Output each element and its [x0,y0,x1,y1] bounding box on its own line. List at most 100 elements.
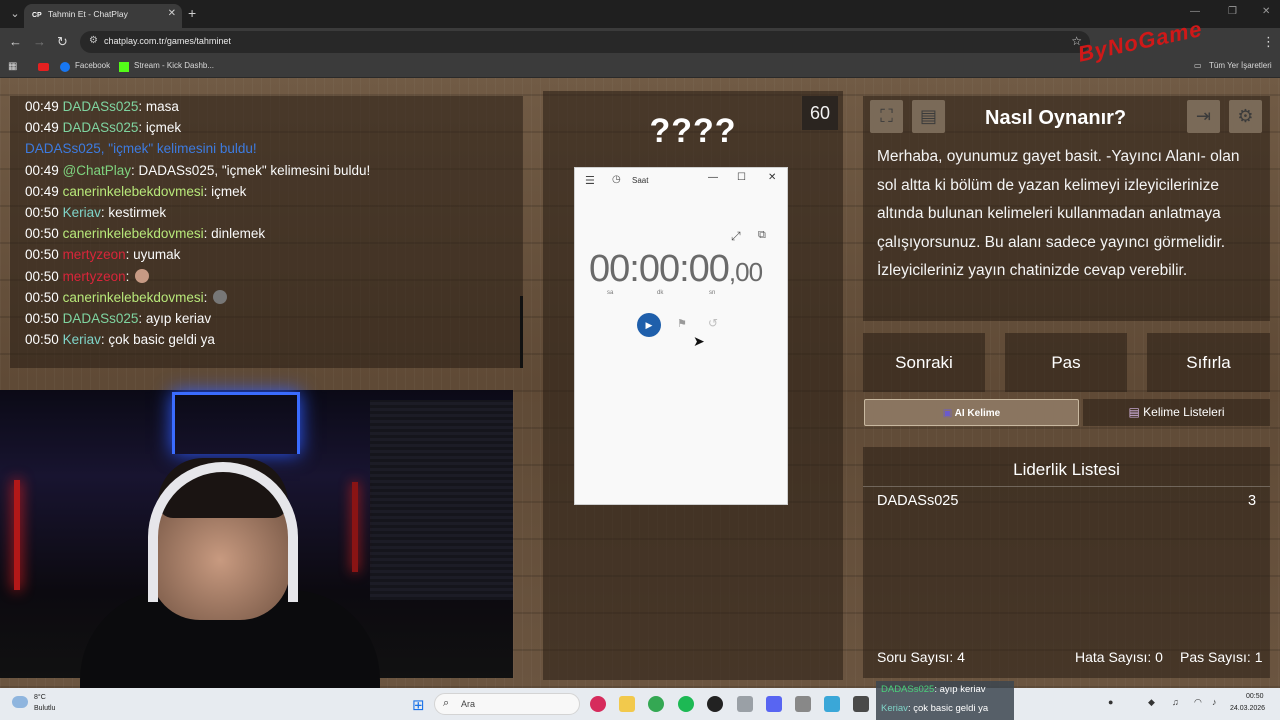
fullscreen-icon[interactable]: ⛶ [870,100,903,133]
expand-icon[interactable]: ⤢ [731,229,741,244]
url-text: chatplay.com.tr/games/tahminet [104,36,231,46]
chat-username[interactable]: canerinkelebekdovmesi [63,290,204,305]
unit-minutes: dk [657,290,664,296]
chat-username[interactable]: @ChatPlay [63,163,131,178]
app-icon[interactable] [824,696,840,712]
windows-start-icon[interactable]: ⊞ [412,696,425,714]
chrome-icon[interactable] [648,696,664,712]
chat-time: 00:49 [25,99,59,114]
clock-maximize-icon[interactable]: ☐ [737,172,746,183]
media-player-icon[interactable] [590,696,606,712]
wifi-icon[interactable]: ◠ [1194,697,1202,708]
clock-close-icon[interactable]: ✕ [768,172,776,183]
leaderboard-row-score: 3 [1248,493,1257,509]
chat-message: 00:49 canerinkelebekdovmesi: içmek [25,184,246,199]
unit-seconds: sn [709,290,716,296]
chatplay-favicon-icon: CP [32,12,42,19]
chat-username[interactable]: DADASs025 [63,120,139,135]
chat-text: : [125,268,130,284]
window-close-icon[interactable]: ✕ [1262,6,1270,17]
reset-icon[interactable]: ↺ [708,316,718,330]
apps-grid-icon[interactable]: ▦ [8,61,17,72]
keep-on-top-icon[interactable]: ⧉ [758,229,766,242]
hidden-word: ???? [649,112,737,150]
bookmark-kick-dashboard[interactable]: Stream - Kick Dashb... [134,61,214,70]
lap-flag-icon[interactable]: ⚑ [677,317,687,330]
chat-text: : ayıp keriav [138,311,212,326]
spotify-icon[interactable] [678,696,694,712]
word-lists-tab[interactable]: ▤ Kelime Listeleri [1083,399,1270,426]
ai-icon: ▣ [942,408,955,419]
chat-time: 00:50 [25,268,59,284]
site-info-icon[interactable]: ⚙ [89,35,98,46]
volume-icon[interactable]: ♪ [1212,697,1217,707]
chat-message: 00:50 DADASs025: ayıp keriav [25,311,211,326]
reload-icon[interactable]: ↻ [57,34,68,50]
chat-message: 00:49 DADASs025: masa [25,99,179,114]
tab-search-icon[interactable]: ⌄ [6,6,24,22]
tab-title: Tahmin Et - ChatPlay [48,9,128,19]
forward-icon[interactable]: → [33,34,46,49]
chat-time: 00:49 [25,183,59,199]
chat-time: 00:50 [25,247,59,263]
url-field[interactable]: ⚙ chatplay.com.tr/games/tahminet ☆ [80,31,1090,53]
chat-message: 00:50 Keriav: kestirmek [25,205,166,220]
chat-message: 00:50 mertyzeon: [25,268,150,284]
chat-username[interactable]: Keriav [63,332,101,347]
webcam-red-light [14,480,20,590]
settings-gear-icon[interactable]: ⚙ [1229,100,1262,133]
reset-button[interactable]: Sıfırla [1147,333,1270,392]
notepad-icon[interactable] [795,696,811,712]
webcam-blinds [370,400,513,600]
tab-bar: ⌄ CP Tahmin Et - ChatPlay ✕ + — ❐ ✕ [0,0,1280,28]
chat-username[interactable]: mertyzeon [63,269,126,284]
chat-username[interactable]: DADASs025 [63,99,139,114]
taskbar-time[interactable]: 00:50 [1246,693,1264,700]
tray-icon[interactable]: ◆ [1148,697,1155,708]
chat-username[interactable]: canerinkelebekdovmesi [63,184,204,199]
hamburger-menu-icon[interactable]: ☰ [585,174,595,187]
play-button[interactable]: ▶ [637,313,661,337]
ai-word-tab[interactable]: ▣ AI Kelime [864,399,1079,426]
weather-desc: Bulutlu [34,705,56,712]
back-icon[interactable]: ← [9,34,22,49]
ai-word-label: AI Kelime [954,408,1001,419]
next-button[interactable]: Sonraki [863,333,985,392]
clock-minimize-icon[interactable]: — [708,172,718,183]
mic-icon[interactable]: ♫ [1172,697,1179,707]
chat-username[interactable]: mertyzeon [63,247,126,262]
notes-icon[interactable]: ▤ [912,100,945,133]
chat-text: : uyumak [125,247,181,263]
leaderboard-divider [863,486,1270,487]
chat-username[interactable]: DADASs025, "içmek" kelimesini buldu! [25,141,257,156]
clock-app-window[interactable]: ☰ ◷ Saat — ☐ ✕ ⤢ ⧉ 00:00:00,00 sa dk sn … [574,167,788,505]
taskbar-date[interactable]: 24.03.2026 [1230,705,1265,712]
chat-panel: 00:49 DADASs025: masa 00:49 DADASs025: iç… [10,96,523,368]
chat-scrollbar[interactable] [520,296,523,368]
settings-app-icon[interactable] [737,696,753,712]
how-to-play-title: Nasıl Oynanır? [985,107,1127,129]
tray-obs-icon[interactable]: ● [1108,697,1113,707]
emote-icon [213,289,228,304]
browser-tab[interactable]: CP Tahmin Et - ChatPlay ✕ [24,4,182,28]
pass-button[interactable]: Pas [1005,333,1127,392]
new-tab-icon[interactable]: + [188,5,196,21]
taskbar-search[interactable]: ⌕ Ara [434,693,580,715]
bookmark-facebook[interactable]: Facebook [75,61,110,70]
search-placeholder: Ara [461,699,476,709]
chat-message: 00:50 canerinkelebekdovmesi: [25,289,228,305]
file-explorer-icon[interactable] [619,696,635,712]
how-to-play-text: Merhaba, oyunumuz gayet basit. -Yayıncı … [877,148,1240,279]
obs-icon[interactable] [707,696,723,712]
browser-menu-icon[interactable]: ⋮ [1262,34,1275,50]
chat-username[interactable]: Keriav [63,205,101,220]
emote-icon [135,268,150,283]
discord-icon[interactable] [766,696,782,712]
chat-username[interactable]: canerinkelebekdovmesi [63,226,204,241]
list-icon: ▤ [1128,405,1144,419]
chat-username[interactable]: DADASs025 [63,311,139,326]
tab-close-icon[interactable]: ✕ [168,8,176,19]
youtube-icon[interactable] [38,63,49,71]
exit-icon[interactable]: ⇥ [1187,100,1220,133]
clock-taskbar-icon[interactable] [853,696,869,712]
